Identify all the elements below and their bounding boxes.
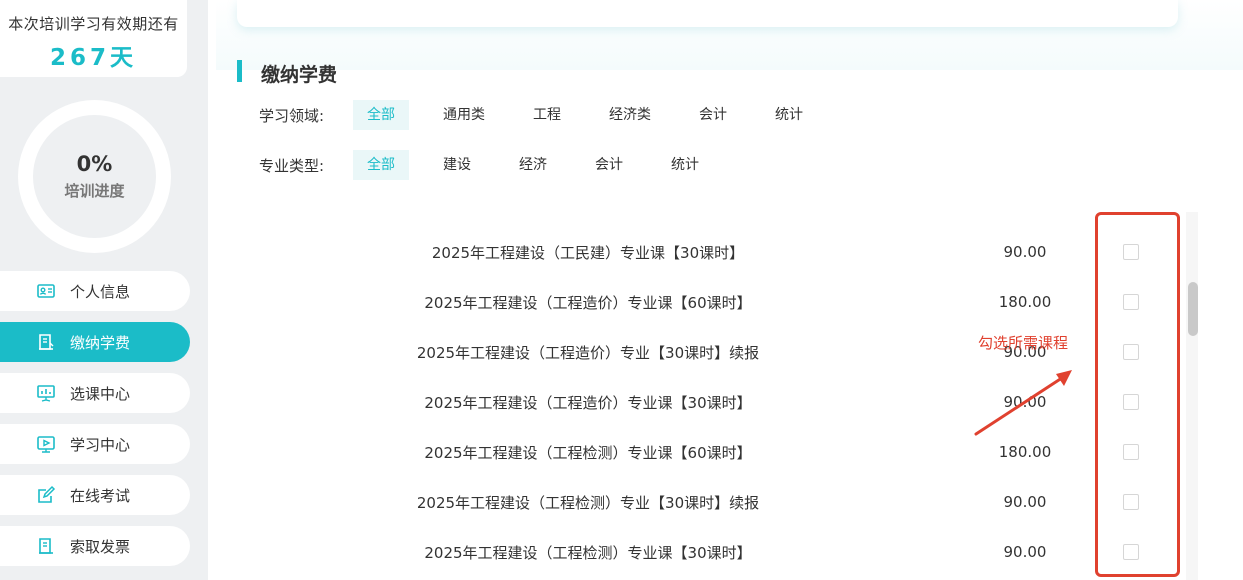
nav-label: 选课中心 bbox=[70, 384, 131, 403]
filter-major-all[interactable]: 全部 bbox=[353, 150, 409, 180]
course-checkbox[interactable] bbox=[1123, 294, 1139, 310]
course-name: 2025年工程建设（工程检测）专业课【30课时】 bbox=[424, 543, 752, 562]
course-checkbox[interactable] bbox=[1123, 544, 1139, 560]
nav-item-request-invoice[interactable]: 索取发票 bbox=[0, 526, 190, 566]
course-row[interactable]: 2025年工程建设（工程造价）专业课【60课时】 180.00 bbox=[208, 277, 1198, 327]
filter-domain-all[interactable]: 全部 bbox=[353, 100, 409, 130]
nav-label: 缴纳学费 bbox=[70, 333, 131, 352]
validity-label: 本次培训学习有效期还有 bbox=[8, 15, 179, 33]
video-play-icon bbox=[36, 434, 56, 454]
filter-major-construction[interactable]: 建设 bbox=[429, 150, 485, 180]
course-row[interactable]: 2025年工程建设（工程检测）专业课【30课时】 90.00 bbox=[208, 527, 1198, 577]
course-name: 2025年工程建设（工程造价）专业课【60课时】 bbox=[424, 293, 752, 312]
filter-domain-statistics[interactable]: 统计 bbox=[761, 100, 817, 130]
filter-major-economics[interactable]: 经济 bbox=[505, 150, 561, 180]
id-card-icon bbox=[36, 281, 56, 301]
course-price: 90.00 bbox=[1003, 493, 1047, 511]
nav-label: 在线考试 bbox=[70, 486, 131, 505]
edit-pen-icon bbox=[36, 485, 56, 505]
payment-receipt-icon bbox=[36, 332, 56, 352]
filter-major: 专业类型: 全部 建设 经济 会计 统计 bbox=[259, 150, 713, 180]
course-name: 2025年工程建设（工程检测）专业课【60课时】 bbox=[424, 443, 752, 462]
section-accent-bar bbox=[237, 60, 242, 82]
filter-domain: 学习领域: 全部 通用类 工程 经济类 会计 统计 bbox=[259, 100, 817, 130]
nav-item-online-exam[interactable]: 在线考试 bbox=[0, 475, 190, 515]
annotation-text: 勾选所需课程 bbox=[978, 334, 1069, 352]
filter-major-accounting[interactable]: 会计 bbox=[581, 150, 637, 180]
progress-inner: 0% 培训进度 bbox=[33, 115, 156, 238]
course-price: 180.00 bbox=[998, 293, 1052, 311]
presentation-board-icon bbox=[36, 383, 56, 403]
annotation-arrow-icon bbox=[974, 370, 1072, 436]
filter-domain-general[interactable]: 通用类 bbox=[429, 100, 499, 130]
validity-card: 本次培训学习有效期还有 267天 bbox=[0, 0, 187, 77]
filter-domain-label: 学习领域: bbox=[259, 106, 325, 125]
sidebar: 本次培训学习有效期还有 267天 0% 培训进度 个人信息 缴纳学费 选课中心 … bbox=[0, 0, 208, 580]
course-checkbox[interactable] bbox=[1123, 444, 1139, 460]
scrollbar-thumb[interactable] bbox=[1188, 282, 1198, 336]
course-checkbox[interactable] bbox=[1123, 494, 1139, 510]
progress-ring: 0% 培训进度 bbox=[18, 100, 171, 253]
progress-label: 培训进度 bbox=[64, 182, 125, 200]
section-title: 缴纳学费 bbox=[261, 64, 338, 86]
nav-item-pay-tuition[interactable]: 缴纳学费 bbox=[0, 322, 190, 362]
course-checkbox[interactable] bbox=[1123, 344, 1139, 360]
invoice-icon bbox=[36, 536, 56, 556]
nav-item-course-selection[interactable]: 选课中心 bbox=[0, 373, 190, 413]
course-name: 2025年工程建设（工程造价）专业课【30课时】 bbox=[424, 393, 752, 412]
nav-item-study-center[interactable]: 学习中心 bbox=[0, 424, 190, 464]
nav-label: 学习中心 bbox=[70, 435, 131, 454]
course-row[interactable]: 2025年工程建设（工程检测）专业【30课时】续报 90.00 bbox=[208, 477, 1198, 527]
filter-major-label: 专业类型: bbox=[259, 156, 325, 175]
filter-domain-accounting[interactable]: 会计 bbox=[685, 100, 741, 130]
nav-label: 索取发票 bbox=[70, 537, 131, 556]
nav-item-personal-info[interactable]: 个人信息 bbox=[0, 271, 190, 311]
course-checkbox[interactable] bbox=[1123, 244, 1139, 260]
main-content: 缴纳学费 学习领域: 全部 通用类 工程 经济类 会计 统计 专业类型: 全部 … bbox=[208, 0, 1243, 580]
filter-domain-economics[interactable]: 经济类 bbox=[595, 100, 665, 130]
nav-label: 个人信息 bbox=[70, 282, 131, 301]
scrollbar-track[interactable] bbox=[1186, 212, 1198, 580]
course-name: 2025年工程建设（工民建）专业课【30课时】 bbox=[431, 243, 745, 262]
course-price: 90.00 bbox=[1003, 543, 1047, 561]
course-name: 2025年工程建设（工程检测）专业【30课时】续报 bbox=[416, 493, 760, 512]
course-price: 90.00 bbox=[1003, 243, 1047, 261]
filter-domain-engineering[interactable]: 工程 bbox=[519, 100, 575, 130]
progress-value: 0% bbox=[76, 152, 113, 176]
course-checkbox[interactable] bbox=[1123, 394, 1139, 410]
course-name: 2025年工程建设（工程造价）专业【30课时】续报 bbox=[416, 343, 760, 362]
filter-major-statistics[interactable]: 统计 bbox=[657, 150, 713, 180]
course-row[interactable]: 2025年工程建设（工民建）专业课【30课时】 90.00 bbox=[208, 227, 1198, 277]
validity-days: 267天 bbox=[49, 45, 137, 71]
top-card bbox=[237, 0, 1178, 27]
course-price: 180.00 bbox=[998, 443, 1052, 461]
